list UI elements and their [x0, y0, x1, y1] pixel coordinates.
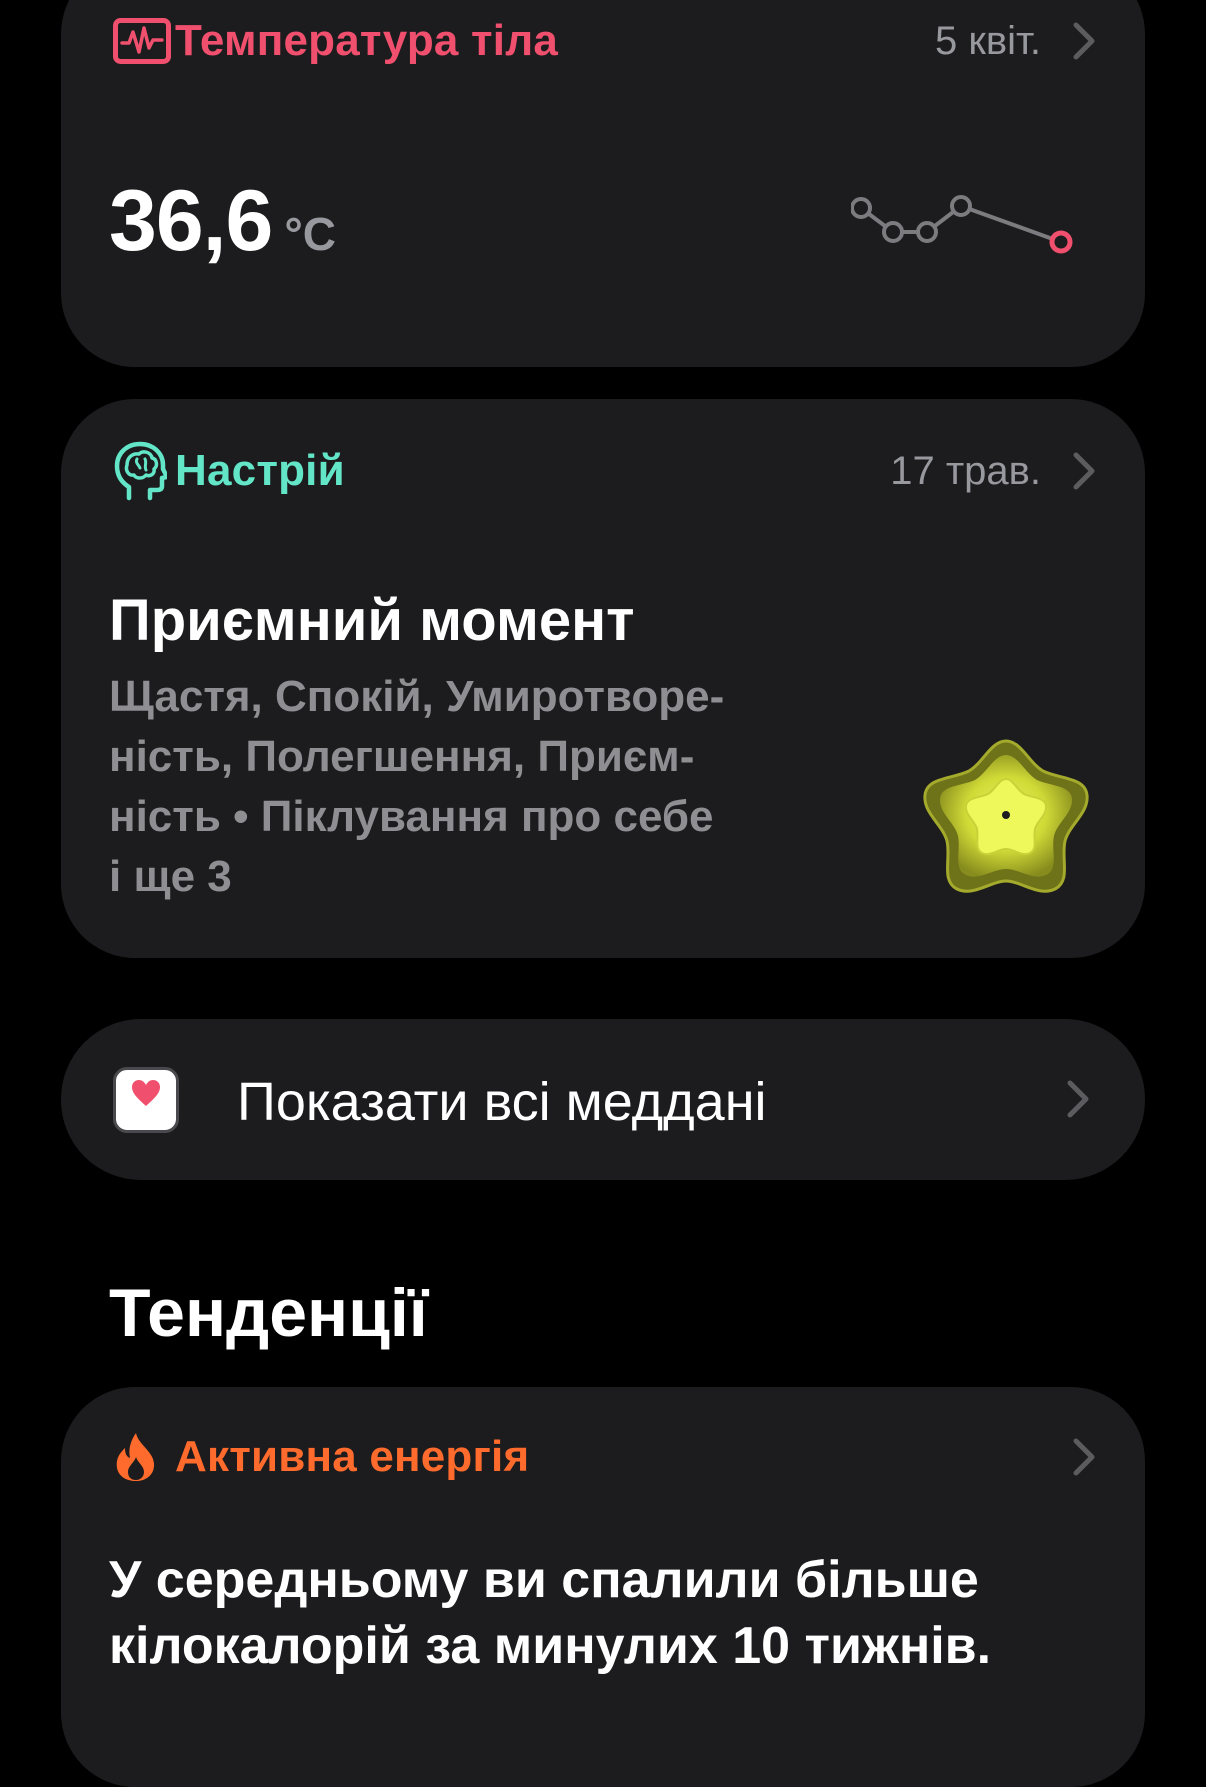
mood-description: Щастя, Спокій, Умиротворе- ність, Полегш… — [109, 667, 829, 907]
chevron-right-icon[interactable] — [1071, 1435, 1097, 1479]
head-brain-icon — [113, 441, 175, 501]
mood-description-line: ність • Піклування про себе — [109, 792, 714, 841]
temperature-title: Температура тіла — [175, 16, 559, 65]
temperature-unit: °C — [284, 208, 337, 260]
chevron-right-icon[interactable] — [1065, 1077, 1091, 1121]
mood-card[interactable]: Настрій 17 трав. Приємний момент Щастя, … — [61, 399, 1145, 958]
sparkline-point — [851, 197, 872, 219]
mood-description-line: Щастя, Спокій, Умиротворе- — [109, 672, 725, 721]
active-energy-trend-card[interactable]: Активна енергія У середньому ви спалили … — [61, 1387, 1145, 1787]
health-app-heart-icon — [113, 1067, 179, 1133]
sparkline-point — [882, 221, 904, 243]
active-energy-trend-text: У середньому ви спалили більше кілокалор… — [109, 1547, 1109, 1679]
mood-title: Настрій — [175, 446, 345, 495]
mood-description-line: і ще 3 — [109, 852, 232, 901]
trends-section-title: Тенденції — [109, 1275, 428, 1351]
waveform-monitor-icon — [113, 11, 175, 71]
trend-text-line: У середньому ви спалили більше — [109, 1551, 979, 1609]
sparkline-point — [916, 221, 938, 243]
temperature-sparkline — [851, 195, 1073, 254]
active-energy-title: Активна енергія — [175, 1432, 530, 1481]
flame-icon — [113, 1427, 175, 1487]
chevron-right-icon[interactable] — [1071, 449, 1097, 493]
show-all-health-data-label: Показати всі меддані — [237, 1072, 767, 1132]
temperature-card[interactable]: Температура тіла 5 квіт. 36,6 °C — [61, 0, 1145, 367]
temperature-reading: 36,6 °C — [109, 172, 336, 271]
temperature-value: 36,6 — [109, 173, 273, 269]
mood-date: 17 трав. — [890, 448, 1041, 493]
trend-text-line: кілокалорій за минулих 10 тижнів. — [109, 1617, 992, 1675]
sparkline-point — [950, 195, 972, 217]
mood-card-header[interactable]: Настрій 17 трав. — [113, 441, 1097, 501]
mood-state: Приємний момент — [109, 588, 635, 653]
chevron-right-icon[interactable] — [1071, 19, 1097, 63]
temperature-date: 5 квіт. — [935, 18, 1041, 63]
yellow-star-flower-icon — [923, 739, 1089, 893]
temperature-card-header[interactable]: Температура тіла 5 квіт. — [113, 11, 1097, 71]
active-energy-header[interactable]: Активна енергія — [113, 1427, 1097, 1487]
mood-description-line: ність, Полегшення, Приєм- — [109, 732, 695, 781]
sparkline-point-latest — [1049, 230, 1073, 254]
show-all-health-data-row[interactable]: Показати всі меддані — [61, 1019, 1145, 1180]
